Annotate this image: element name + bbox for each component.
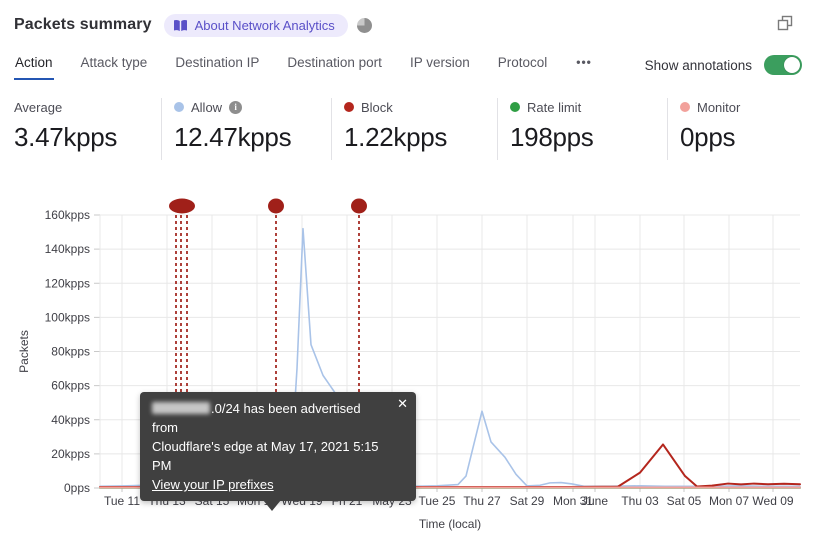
book-icon xyxy=(173,19,187,31)
annotation-marker[interactable] xyxy=(351,198,367,214)
pie-chart-icon xyxy=(356,17,372,33)
stat-block-value: 1.22kpps xyxy=(344,122,448,152)
tooltip-arrow xyxy=(263,500,281,511)
annotation-tooltip: .0/24 has been advertised from Cloudflar… xyxy=(140,392,416,511)
view-ip-prefixes-link[interactable]: View your IP prefixes xyxy=(152,477,274,492)
x-tick-label: Sat 05 xyxy=(667,494,702,508)
tooltip-line-1: .0/24 has been advertised from xyxy=(152,401,361,435)
tooltip-line-2: Cloudflare's edge at May 17, 2021 5:15 P… xyxy=(152,439,379,473)
expand-button[interactable] xyxy=(774,12,796,34)
stat-average: Average 3.47kpps xyxy=(14,98,161,160)
header: Packets summary About Network Analytics xyxy=(14,10,802,40)
y-tick-label: 0pps xyxy=(64,481,90,495)
y-tick-label: 80kpps xyxy=(51,345,90,359)
stat-allow-label: Allow xyxy=(191,99,223,115)
about-network-analytics-badge[interactable]: About Network Analytics xyxy=(163,13,348,37)
y-tick-label: 20kpps xyxy=(51,447,90,461)
stats-row: Average 3.47kpps Allow 12.47kpps Block 1… xyxy=(14,98,802,160)
info-icon[interactable] xyxy=(229,100,243,114)
chart-area: 0pps 20kpps 40kpps 60kpps 80kpps 100kpps 120kp… xyxy=(14,190,802,543)
x-tick-label: Thu 03 xyxy=(621,494,659,508)
close-icon[interactable]: ✕ xyxy=(397,397,408,411)
x-tick-label: Sat 29 xyxy=(510,494,545,508)
y-tick-label: 140kpps xyxy=(45,242,90,256)
x-tick-label: Tue 25 xyxy=(419,494,456,508)
stat-block: Block 1.22kpps xyxy=(331,98,497,160)
annotation-marker[interactable] xyxy=(169,198,195,214)
stat-monitor: Monitor 0pps xyxy=(667,98,750,160)
x-tick-label: Wed 09 xyxy=(752,494,793,508)
x-tick-label: Tue 11 xyxy=(104,494,140,508)
stat-allow: Allow 12.47kpps xyxy=(161,98,331,160)
tabs-row: Action Attack type Destination IP Destin… xyxy=(14,50,802,80)
y-tick-label: 60kpps xyxy=(51,379,90,393)
y-tick-label: 100kpps xyxy=(45,310,90,324)
block-dot-icon xyxy=(344,102,354,112)
stat-average-value: 3.47kpps xyxy=(14,122,118,152)
y-axis-title: Packets xyxy=(17,330,31,373)
tab-destination-port[interactable]: Destination port xyxy=(286,50,383,80)
y-tick-label: 40kpps xyxy=(51,413,90,427)
x-tick-label: June xyxy=(582,494,608,508)
x-axis-title: Time (local) xyxy=(419,517,481,531)
stat-average-label: Average xyxy=(14,99,63,115)
stat-rate-limit-label: Rate limit xyxy=(527,99,582,115)
rate-limit-dot-icon xyxy=(510,102,520,112)
tab-protocol[interactable]: Protocol xyxy=(497,50,549,80)
y-tick-label: 160kpps xyxy=(45,208,90,222)
tab-action[interactable]: Action xyxy=(14,50,54,80)
tab-destination-ip[interactable]: Destination IP xyxy=(174,50,260,80)
more-tabs-button[interactable]: ••• xyxy=(574,55,594,75)
stat-allow-value: 12.47kpps xyxy=(174,122,292,152)
stat-monitor-label: Monitor xyxy=(697,99,741,115)
y-tick-label: 120kpps xyxy=(45,276,90,290)
expand-icon xyxy=(777,15,793,31)
show-annotations-label: Show annotations xyxy=(644,57,752,73)
about-badge-label: About Network Analytics xyxy=(194,17,335,33)
x-tick-label: Mon 07 xyxy=(709,494,749,508)
tab-attack-type[interactable]: Attack type xyxy=(80,50,149,80)
stat-rate-limit: Rate limit 198pps xyxy=(497,98,667,160)
tab-ip-version[interactable]: IP version xyxy=(409,50,471,80)
stat-monitor-value: 0pps xyxy=(680,122,736,152)
stat-block-label: Block xyxy=(361,99,393,115)
show-annotations-toggle[interactable] xyxy=(764,55,802,75)
stat-rate-limit-value: 198pps xyxy=(510,122,594,152)
redacted-ip-prefix xyxy=(152,402,210,414)
annotation-marker[interactable] xyxy=(268,198,284,214)
allow-dot-icon xyxy=(174,102,184,112)
x-tick-label: Thu 27 xyxy=(463,494,501,508)
page-title: Packets summary xyxy=(14,16,152,33)
monitor-dot-icon xyxy=(680,102,690,112)
